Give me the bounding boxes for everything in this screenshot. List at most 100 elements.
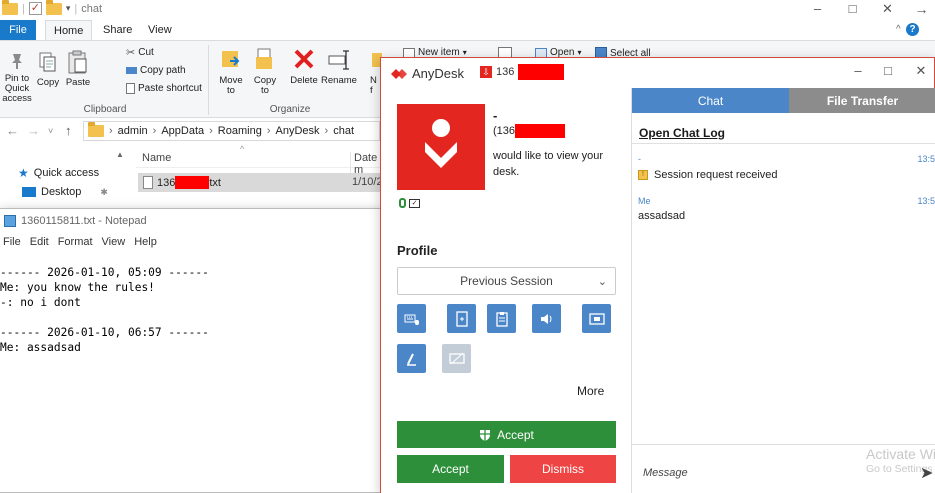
audio-permission-button[interactable] bbox=[532, 304, 561, 333]
breadcrumb-admin[interactable]: admin bbox=[118, 125, 148, 137]
explorer-titlebar: | ✓ ▾ | chat – □ ✕ → bbox=[0, 0, 935, 20]
forward-arrow-icon[interactable]: → bbox=[27, 123, 40, 138]
accept-button[interactable]: Accept bbox=[397, 455, 504, 483]
nav-desktop-label: Desktop bbox=[41, 186, 82, 198]
open-chat-log-link[interactable]: Open Chat Log bbox=[639, 126, 725, 140]
tab-file-transfer[interactable]: File Transfer bbox=[789, 88, 935, 113]
scroll-up-icon[interactable]: ▲ bbox=[116, 150, 124, 159]
dismiss-label: Dismiss bbox=[542, 462, 584, 476]
anydesk-titlebar: AnyDesk ⇩ 136 – □ ✕ bbox=[381, 58, 934, 88]
tab-home[interactable]: Home bbox=[45, 20, 93, 40]
nav-desktop[interactable]: Desktop ✱ bbox=[22, 186, 108, 198]
redaction-block bbox=[175, 176, 210, 189]
file-name: 136 txt bbox=[157, 176, 221, 189]
watermark-line1: Activate Windows bbox=[866, 447, 935, 462]
anydesk-close-button[interactable]: ✕ bbox=[911, 63, 931, 79]
tab-chat[interactable]: Chat bbox=[632, 88, 789, 113]
maximize-button[interactable]: □ bbox=[835, 0, 870, 20]
dismiss-button[interactable]: Dismiss bbox=[510, 455, 616, 483]
send-icon[interactable]: ➤ bbox=[920, 463, 933, 483]
profile-select[interactable]: Previous Session ⌄ bbox=[397, 267, 616, 295]
minimize-button[interactable]: – bbox=[800, 0, 835, 20]
cut-button[interactable]: ✂ Cut bbox=[126, 46, 154, 59]
column-name[interactable]: Name bbox=[142, 152, 171, 164]
address-box[interactable]: › admin › AppData › Roaming › AnyDesk › … bbox=[83, 121, 380, 141]
copy-path-label: Copy path bbox=[140, 65, 186, 76]
move-to-label: Move to bbox=[219, 75, 243, 96]
pin-icon: ✱ bbox=[100, 186, 108, 197]
rename-icon bbox=[328, 50, 349, 70]
privacy-screen-icon bbox=[448, 352, 465, 364]
notepad-window: 1360115811.txt - Notepad File Edit Forma… bbox=[0, 208, 382, 493]
clipboard-group-label: Clipboard bbox=[83, 104, 127, 115]
anydesk-minimize-button[interactable]: – bbox=[848, 63, 868, 78]
requester-id-prefix: (136 bbox=[493, 125, 516, 137]
menu-format[interactable]: Format bbox=[58, 236, 93, 248]
clipboard-permission-button[interactable] bbox=[487, 304, 516, 333]
chat-sender: Me bbox=[638, 196, 651, 206]
copy-button[interactable]: Copy bbox=[36, 51, 60, 88]
notepad-title: 1360115811.txt - Notepad bbox=[21, 215, 147, 227]
menu-file[interactable]: File bbox=[3, 236, 21, 248]
chat-time: 13:5 bbox=[917, 154, 935, 164]
tab-view[interactable]: View bbox=[140, 20, 180, 40]
breadcrumb-chat[interactable]: chat bbox=[333, 125, 354, 137]
properties-icon[interactable]: ✓ bbox=[28, 2, 42, 15]
move-to-button[interactable]: Move to bbox=[216, 47, 246, 96]
copy-icon bbox=[39, 52, 56, 72]
menu-help[interactable]: Help bbox=[134, 236, 157, 248]
up-arrow-icon[interactable]: ↑ bbox=[65, 123, 72, 138]
accept-top-button[interactable]: Accept bbox=[397, 421, 616, 448]
chat-message-text: Session request received bbox=[654, 169, 778, 181]
menu-view[interactable]: View bbox=[102, 236, 126, 248]
accept-label: Accept bbox=[432, 462, 469, 476]
chevron-down-icon: ⌄ bbox=[597, 276, 607, 288]
copy-path-button[interactable]: Copy path bbox=[126, 65, 186, 76]
anydesk-id-field[interactable]: ⇩ 136 bbox=[476, 62, 596, 82]
file-row[interactable]: 136 txt 1/10/2 bbox=[138, 173, 383, 192]
breadcrumb-roaming[interactable]: Roaming bbox=[218, 125, 262, 137]
ribbon-collapse-icon[interactable]: ^ bbox=[896, 24, 901, 35]
profile-value: Previous Session bbox=[460, 274, 553, 288]
menu-edit[interactable]: Edit bbox=[30, 236, 49, 248]
screen-icon bbox=[588, 312, 605, 325]
notepad-titlebar: 1360115811.txt - Notepad bbox=[0, 209, 381, 233]
file-permission-button[interactable] bbox=[447, 304, 476, 333]
tab-file[interactable]: File bbox=[0, 20, 36, 40]
notepad-text-area[interactable]: ------ 2026-01-10, 05:09 ------ Me: you … bbox=[0, 265, 381, 355]
rename-button[interactable]: Rename bbox=[321, 47, 357, 86]
help-icon[interactable]: ? bbox=[906, 23, 919, 36]
anydesk-maximize-button[interactable]: □ bbox=[878, 63, 898, 78]
open-icon bbox=[535, 47, 547, 58]
nav-quick-access[interactable]: ★ Quick access bbox=[18, 166, 99, 180]
delete-button[interactable]: Delete bbox=[288, 47, 320, 86]
quick-access-dropdown-icon[interactable]: ▾ bbox=[66, 3, 71, 14]
new-folder-icon[interactable] bbox=[45, 0, 62, 15]
recent-dropdown-icon[interactable]: ˅ bbox=[48, 126, 53, 136]
paste-shortcut-button[interactable]: Paste shortcut bbox=[126, 83, 202, 94]
tab-share[interactable]: Share bbox=[95, 20, 140, 40]
pin-to-quick-access-button[interactable]: Pin to Quick access bbox=[2, 51, 32, 104]
paste-shortcut-label: Paste shortcut bbox=[138, 83, 202, 94]
copy-to-button[interactable]: Copy to bbox=[250, 47, 280, 96]
draw-permission-button[interactable] bbox=[397, 344, 426, 373]
pen-icon bbox=[406, 353, 416, 366]
more-button[interactable]: More bbox=[577, 384, 604, 398]
chat-message: ! Session request received bbox=[638, 169, 778, 181]
paste-button[interactable]: Paste bbox=[64, 49, 92, 88]
privacy-permission-button[interactable] bbox=[442, 344, 471, 373]
close-button[interactable]: ✕ bbox=[870, 0, 905, 20]
pin-icon bbox=[12, 54, 22, 69]
screen-permission-button[interactable] bbox=[582, 304, 611, 333]
anydesk-logo: AnyDesk bbox=[391, 66, 464, 81]
keyboard-permission-button[interactable] bbox=[397, 304, 426, 333]
anydesk-logo-icon bbox=[391, 68, 407, 79]
file-icon bbox=[455, 310, 468, 327]
breadcrumb-appdata[interactable]: AppData bbox=[161, 125, 204, 137]
sort-chevron-icon: ^ bbox=[240, 144, 245, 154]
message-input[interactable]: Message bbox=[643, 467, 688, 479]
arrow-right-icon[interactable]: → bbox=[908, 0, 935, 20]
chat-sender: - bbox=[638, 154, 641, 164]
back-arrow-icon[interactable]: ← bbox=[6, 123, 19, 138]
breadcrumb-anydesk[interactable]: AnyDesk bbox=[276, 125, 320, 137]
